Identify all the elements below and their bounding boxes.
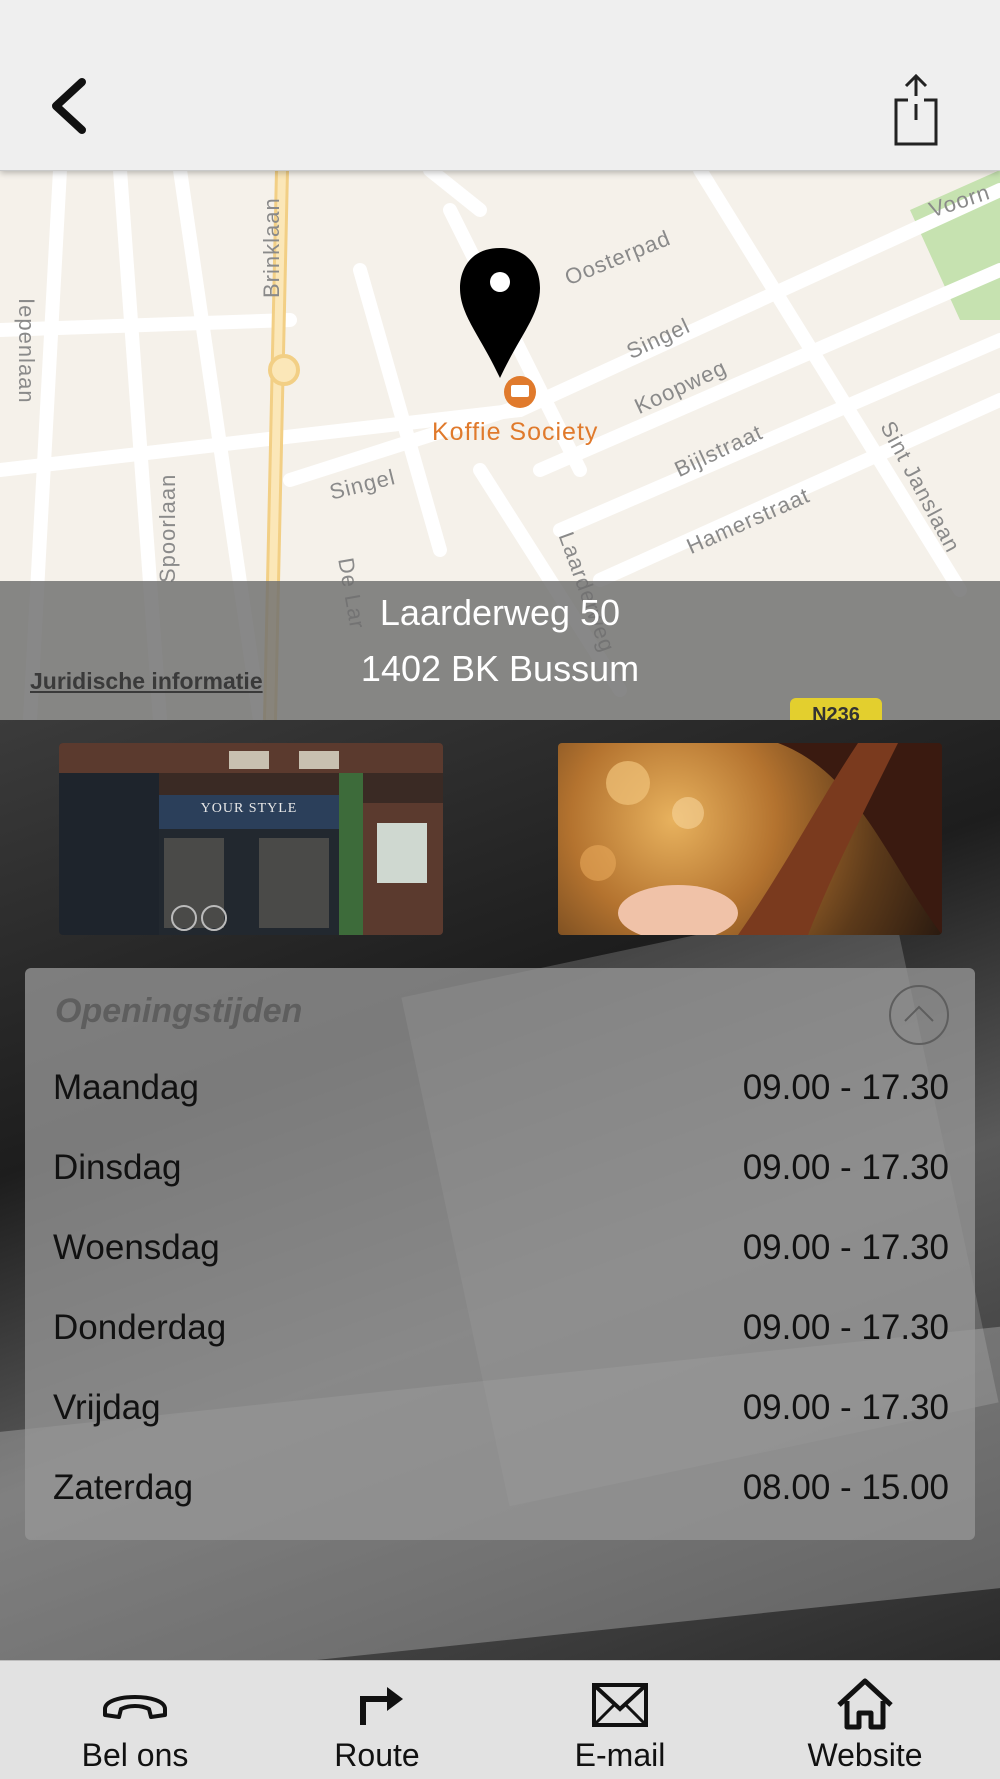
time-label: 09.00 - 17.30 — [742, 1228, 949, 1267]
tab-website[interactable]: Website — [740, 1661, 990, 1779]
bottom-tab-bar: Bel ons Route E-mail Website — [0, 1660, 1000, 1779]
home-icon — [837, 1678, 893, 1730]
tab-label: Bel ons — [81, 1737, 189, 1773]
tab-label: E-mail — [574, 1737, 666, 1773]
collapse-button[interactable] — [889, 985, 949, 1045]
time-label: 09.00 - 17.30 — [742, 1388, 949, 1427]
tab-label: Website — [807, 1737, 923, 1773]
route-arrow-icon — [360, 1687, 403, 1725]
chevron-left-icon — [52, 78, 86, 134]
road-badge: N236 — [790, 698, 882, 720]
day-label: Woensdag — [53, 1228, 220, 1267]
hours-row: Zaterdag 08.00 - 15.00 — [53, 1468, 949, 1518]
day-label: Dinsdag — [53, 1148, 182, 1187]
tab-call[interactable]: Bel ons — [10, 1661, 260, 1779]
hours-row: Woensdag 09.00 - 17.30 — [53, 1228, 949, 1278]
tab-label: Route — [334, 1737, 420, 1773]
time-label: 09.00 - 17.30 — [742, 1308, 949, 1347]
time-label: 09.00 - 17.30 — [742, 1068, 949, 1107]
location-map[interactable]: Oosterpad Singel Koopweg Bijlstraat Hame… — [0, 170, 1000, 720]
day-label: Donderdag — [53, 1308, 227, 1347]
address-street: Laarderweg 50 — [379, 592, 621, 633]
shop-front-illustration — [59, 743, 443, 935]
phone-icon — [103, 1695, 167, 1719]
tab-email[interactable]: E-mail — [495, 1661, 745, 1779]
chevron-up-icon — [904, 1005, 934, 1022]
street-label: Brinklaan — [259, 197, 284, 298]
hair-photo[interactable] — [558, 743, 942, 935]
day-label: Vrijdag — [53, 1388, 161, 1427]
shop-sign-text: YOUR STYLE — [200, 801, 298, 816]
day-label: Zaterdag — [53, 1468, 194, 1507]
share-button[interactable] — [888, 72, 952, 148]
poi-label[interactable]: Koffie Society — [432, 418, 598, 447]
shop-photo[interactable]: YOUR STYLE — [59, 743, 443, 935]
legal-info-link[interactable]: Juridische informatie — [30, 668, 263, 695]
time-label: 08.00 - 15.00 — [742, 1468, 949, 1507]
hours-row: Dinsdag 09.00 - 17.30 — [53, 1148, 949, 1198]
share-icon — [894, 73, 938, 146]
street-label: Spoorlaan — [155, 473, 180, 583]
top-nav-bar — [0, 0, 1000, 171]
hours-row: Vrijdag 09.00 - 17.30 — [53, 1388, 949, 1438]
hours-row: Donderdag 09.00 - 17.30 — [53, 1308, 949, 1358]
opening-hours-panel: Openingstijden Maandag 09.00 - 17.30 Din… — [25, 968, 975, 1540]
back-button[interactable] — [40, 70, 110, 140]
time-label: 09.00 - 17.30 — [742, 1148, 949, 1187]
street-label: Iepenlaan — [14, 298, 39, 404]
opening-hours-title: Openingstijden — [55, 992, 303, 1030]
hair-illustration — [580, 743, 942, 935]
tab-route[interactable]: Route — [252, 1661, 502, 1779]
day-label: Maandag — [53, 1068, 199, 1107]
mail-icon — [592, 1683, 648, 1727]
hours-row: Maandag 09.00 - 17.30 — [53, 1068, 949, 1118]
